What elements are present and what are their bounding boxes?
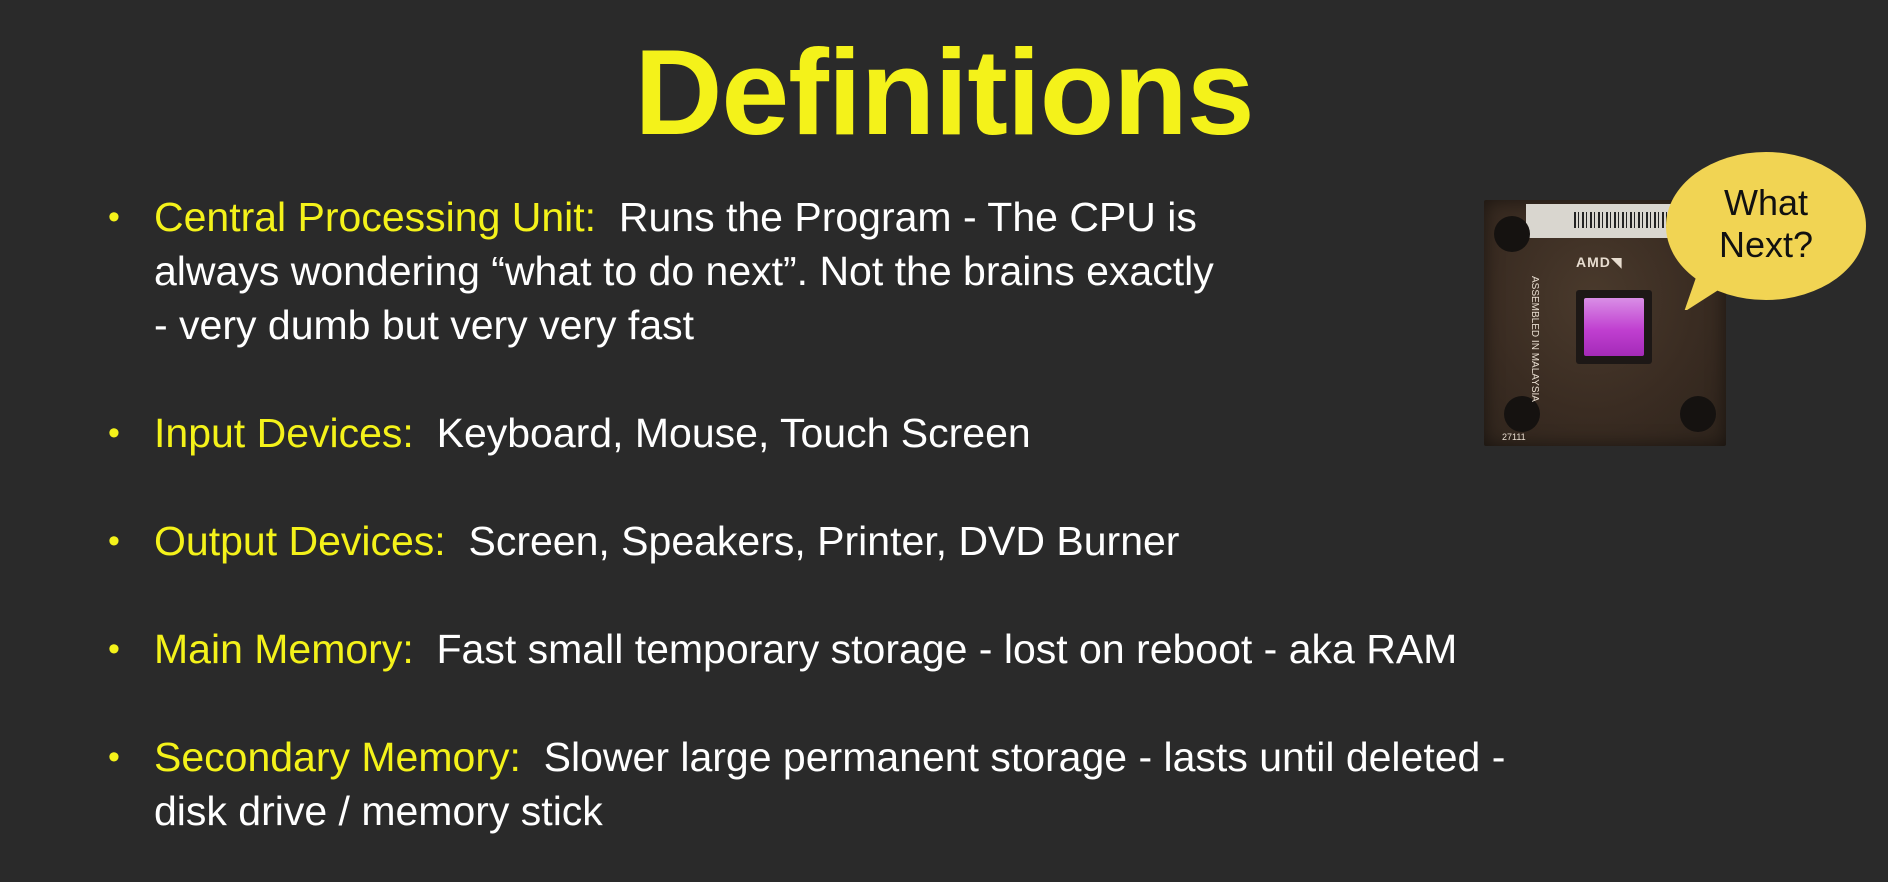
slide: Definitions • Central Processing Unit: R… xyxy=(0,0,1888,882)
cpu-pad xyxy=(1680,396,1716,432)
definition-cpu-line-3: - very dumb but very very fast xyxy=(154,302,695,348)
term-cpu: Central Processing Unit: xyxy=(154,194,597,240)
cpu-assembly-text: ASSEMBLED IN MALAYSIA xyxy=(1529,276,1540,402)
cpu-die xyxy=(1576,290,1652,364)
term-secondary-memory: Secondary Memory: xyxy=(154,734,521,780)
bullet-dot: • xyxy=(108,738,120,776)
term-output-devices: Output Devices: xyxy=(154,518,446,564)
term-main-memory: Main Memory: xyxy=(154,626,414,672)
definition-input-devices: Keyboard, Mouse, Touch Screen xyxy=(436,410,1031,456)
definition-cpu-line-2: always wondering “what to do next”. Not … xyxy=(154,248,1214,294)
bullet-dot: • xyxy=(108,198,120,236)
bubble-line-1: What xyxy=(1723,182,1809,223)
cpu-pad xyxy=(1494,216,1530,252)
cpu-serial: 27111 xyxy=(1502,432,1526,442)
bullet-dot: • xyxy=(108,522,120,560)
speech-bubble: What Next? xyxy=(1656,148,1868,310)
bullet-dot: • xyxy=(108,630,120,668)
bubble-line-2: Next? xyxy=(1718,224,1814,265)
amd-logo: AMD◥ xyxy=(1576,254,1623,270)
definition-secondary-memory-line-2: disk drive / memory stick xyxy=(154,788,603,834)
definition-cpu-line-1: Runs the Program - The CPU is xyxy=(618,194,1197,240)
bullet-dot: • xyxy=(108,414,120,452)
term-input-devices: Input Devices: xyxy=(154,410,414,456)
definition-output-devices: Screen, Speakers, Printer, DVD Burner xyxy=(468,518,1180,564)
cpu-core xyxy=(1584,298,1644,356)
slide-title: Definitions xyxy=(634,24,1254,160)
definition-secondary-memory-line-1: Slower large permanent storage - lasts u… xyxy=(543,734,1506,780)
definition-main-memory: Fast small temporary storage - lost on r… xyxy=(436,626,1458,672)
